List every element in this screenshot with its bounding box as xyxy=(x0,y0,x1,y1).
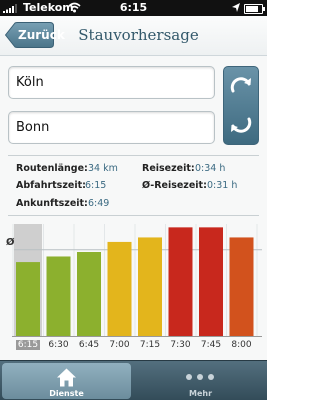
chart-bar xyxy=(199,227,223,336)
time-tick-label: 6:15 xyxy=(16,340,40,350)
time-tick-label: 6:30 xyxy=(48,340,69,350)
average-marker-label: Ø xyxy=(6,237,15,248)
clock: 6:15 xyxy=(119,1,148,14)
origin-input[interactable]: Köln xyxy=(8,66,215,99)
time-tick-label: 6:45 xyxy=(78,340,100,350)
navigation-bar: Zurück Stauvorhersage xyxy=(0,16,267,56)
route-length-value: 34 km xyxy=(88,163,118,174)
arrival-value: 6:49 xyxy=(88,198,110,209)
status-bar: Telekom 6:15 xyxy=(0,0,267,16)
departure-value: 6:15 xyxy=(85,180,107,191)
back-button-label: Zurück xyxy=(18,28,65,42)
rotate-arrow-icon xyxy=(230,77,251,93)
chart-bar xyxy=(229,237,254,336)
time-tick-label: 8:00 xyxy=(231,340,252,350)
time-tick-label: 7:30 xyxy=(170,340,191,350)
tab-label: Mehr xyxy=(188,389,213,398)
travel-time-label: Reisezeit: xyxy=(142,163,195,174)
battery-icon xyxy=(244,4,265,14)
departure-label: Abfahrtszeit: xyxy=(16,180,86,191)
time-tick-label: 7:00 xyxy=(109,340,130,350)
chart-bar xyxy=(77,252,101,336)
tab-dienste[interactable]: Dienste xyxy=(2,363,131,399)
avg-travel-time-label: Ø-Reisezeit: xyxy=(142,180,207,191)
route-length-label: Routenlänge: xyxy=(16,163,88,174)
more-dots-icon xyxy=(186,374,214,380)
chart-bar xyxy=(16,262,40,336)
swap-route-button[interactable] xyxy=(223,66,259,145)
chart-bar xyxy=(168,227,193,336)
travel-time-value: 0:34 h xyxy=(195,163,226,174)
home-icon xyxy=(57,368,76,387)
tab-label: Dienste xyxy=(49,389,84,398)
tab-bar: Dienste Mehr xyxy=(0,360,267,400)
chart-canvas xyxy=(12,224,262,337)
chart-bar xyxy=(138,237,162,336)
back-button[interactable]: Zurück xyxy=(5,22,65,48)
app-screen: Telekom 6:15 Zurück Stauvorhersage Köln … xyxy=(0,0,267,400)
tab-mehr[interactable]: Mehr xyxy=(136,363,265,399)
rotate-arrow-icon xyxy=(231,117,252,133)
page-title: Stauvorhersage xyxy=(78,26,199,44)
location-arrow-icon xyxy=(232,3,240,12)
avg-travel-time-value: 0:31 h xyxy=(207,180,238,191)
traffic-forecast-chart: Ø 6:15 6:30 6:45 7:00 7:15 7:30 7:45 8:00 xyxy=(0,216,267,356)
destination-input[interactable]: Bonn xyxy=(8,111,215,144)
arrival-label: Ankunftszeit: xyxy=(16,198,88,209)
chart-bar xyxy=(107,241,132,336)
time-tick-label: 7:15 xyxy=(139,340,161,350)
divider xyxy=(8,155,259,156)
chart-bar xyxy=(46,256,71,336)
time-tick-label: 7:45 xyxy=(200,340,222,350)
